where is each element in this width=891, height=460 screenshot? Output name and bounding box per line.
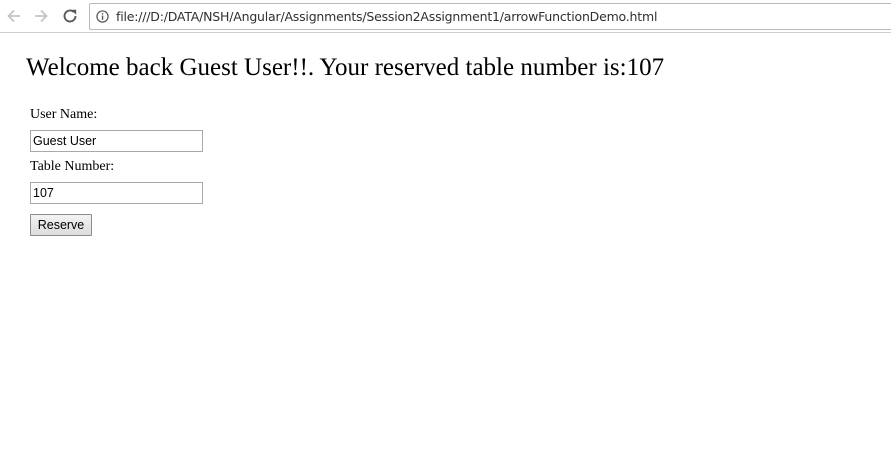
table-number-label: Table Number: [30, 159, 115, 174]
username-input[interactable] [30, 130, 203, 152]
forward-button[interactable] [31, 6, 51, 26]
back-button[interactable] [4, 6, 24, 26]
page-content: Welcome back Guest User!!. Your reserved… [0, 33, 891, 460]
browser-toolbar: file:///D:/DATA/NSH/Angular/Assignments/… [0, 0, 891, 33]
address-bar[interactable]: file:///D:/DATA/NSH/Angular/Assignments/… [89, 3, 891, 30]
welcome-heading: Welcome back Guest User!!. Your reserved… [26, 54, 665, 81]
reload-icon [63, 9, 77, 23]
back-arrow-icon [7, 9, 20, 23]
forward-arrow-icon [35, 9, 48, 23]
username-label: User Name: [30, 107, 98, 122]
reserve-button[interactable]: Reserve [30, 214, 92, 236]
reload-button[interactable] [60, 6, 80, 26]
table-number-input[interactable] [30, 182, 203, 204]
info-icon[interactable] [96, 10, 109, 23]
url-text: file:///D:/DATA/NSH/Angular/Assignments/… [116, 9, 658, 24]
